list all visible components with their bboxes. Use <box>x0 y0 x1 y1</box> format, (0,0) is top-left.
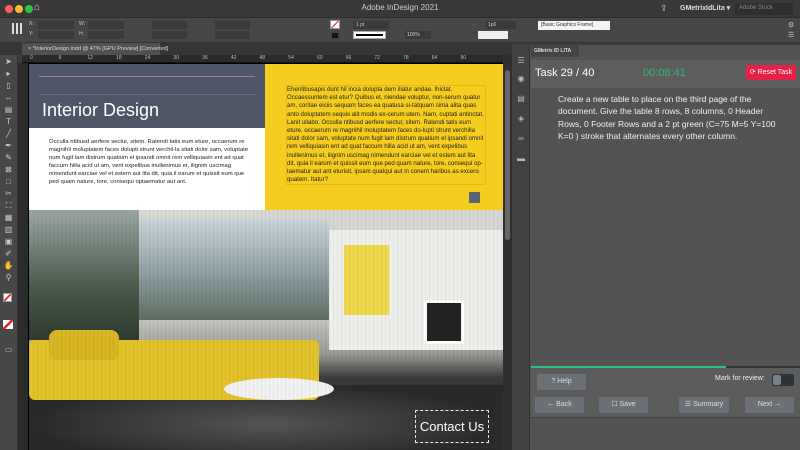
user-menu[interactable]: GMetrixIdLita ▾ <box>680 4 730 12</box>
ruler-tick-label: 6 <box>58 55 62 61</box>
page-tool-icon[interactable]: ▯ <box>3 81 14 90</box>
gap-tool-icon[interactable]: ↔ <box>3 93 14 102</box>
free-transform-tool-icon[interactable]: ⛶ <box>3 201 14 210</box>
zoom-tool-icon[interactable]: ⚲ <box>3 273 14 282</box>
eyedropper-tool-icon[interactable]: ✐ <box>3 249 14 258</box>
y-field[interactable] <box>38 31 74 39</box>
reset-task-button[interactable]: ⟳ Reset Task <box>746 65 796 80</box>
title-bar: ⌂ Adobe InDesign 2021 ⇪ GMetrixIdLita ▾ … <box>0 0 800 18</box>
rectangle-frame-tool-icon[interactable]: ⊠ <box>3 165 14 174</box>
horizontal-ruler[interactable]: 0 6 12 18 24 30 36 42 48 54 60 66 72 78 84 90 <box>22 55 503 63</box>
document-page[interactable]: Interior Design Occulla ntibusd aerfere … <box>28 63 504 450</box>
ruler-tick-label: 84 <box>431 55 438 61</box>
control-bar: X: Y: W: H: 1 pt 100% 1p0 [Basic Graphic… <box>0 18 800 43</box>
scale-y-field[interactable] <box>152 31 187 39</box>
ruler-tick-label: 12 <box>87 55 93 61</box>
document-tab[interactable]: × *InteriorDesign.indd @ 47% [GPU Previe… <box>22 43 168 55</box>
shear-field[interactable] <box>215 31 250 39</box>
task-instruction: Create a new table to place on the third… <box>558 94 776 141</box>
save-button[interactable]: ☐ Save <box>599 397 648 413</box>
ruler-tick-label: 30 <box>173 55 180 61</box>
reference-point-icon[interactable] <box>12 23 23 34</box>
panel-menu-icon[interactable]: ☰ <box>516 57 526 65</box>
ruler-tick-label: 24 <box>144 55 151 61</box>
task-timer: 00:08:41 <box>643 67 686 79</box>
pages-panel-icon[interactable]: ◉ <box>516 75 526 83</box>
fill-swatch[interactable] <box>330 20 340 29</box>
frame-offset-field[interactable]: 1p0 <box>486 21 516 29</box>
panel-menu-icon[interactable]: ☰ <box>788 31 794 39</box>
ruler-tick-label: 66 <box>345 55 352 61</box>
ruler-tick-label: 54 <box>288 55 294 61</box>
object-style-dropdown[interactable]: [Basic Graphics Frame] <box>538 21 610 30</box>
screen-mode-icon[interactable]: ▭ <box>3 345 14 354</box>
width-field[interactable] <box>88 21 124 29</box>
swatches-panel-icon[interactable]: ▤ <box>516 95 526 103</box>
ruler-tick-label: 60 <box>317 55 323 61</box>
layers-panel-icon[interactable]: ◈ <box>516 115 526 123</box>
ruler-tick-label: 90 <box>460 55 467 61</box>
selection-tool-icon[interactable]: ➤ <box>3 57 14 66</box>
mark-for-review-toggle[interactable] <box>772 374 794 386</box>
ruler-tick-label: 72 <box>374 55 380 61</box>
scale-x-field[interactable] <box>152 21 187 29</box>
scissors-tool-icon[interactable]: ✂ <box>3 189 14 198</box>
guide-line <box>39 76 255 77</box>
next-button[interactable]: Next → <box>745 397 794 413</box>
ruler-tick-label: 42 <box>230 55 237 61</box>
page-heading[interactable]: Interior Design <box>42 100 159 121</box>
scrollbar-thumb[interactable] <box>505 70 510 240</box>
overset-handle[interactable] <box>469 192 480 203</box>
stroke-type-dropdown[interactable] <box>353 31 386 39</box>
yellow-text-block: Ehentibusapis dunt hil incia dolupta dem… <box>265 64 503 210</box>
ruler-tick-label: 36 <box>202 55 208 61</box>
gear-icon[interactable]: ⚙ <box>788 21 794 29</box>
header-block: Interior Design <box>29 64 265 128</box>
note-tool-icon[interactable]: ▣ <box>3 237 14 246</box>
x-field[interactable] <box>38 21 74 29</box>
back-button[interactable]: ← Back <box>535 397 584 413</box>
stroke-weight-field[interactable]: 1 pt <box>353 21 389 29</box>
type-tool-icon[interactable]: T <box>3 117 14 126</box>
help-button[interactable]: ? Help <box>537 374 586 390</box>
summary-button[interactable]: ☰ Summary <box>679 397 729 413</box>
apply-none-icon[interactable] <box>3 320 13 329</box>
opacity-field[interactable]: 100% <box>405 31 431 39</box>
links-panel-icon[interactable]: ∞ <box>516 135 526 143</box>
rectangle-tool-icon[interactable]: □ <box>3 177 14 186</box>
adobe-stock-search[interactable]: Adobe Stock <box>735 3 793 15</box>
ruler-tick-label: 0 <box>30 55 33 61</box>
document-tab-label: *InteriorDesign.indd @ 47% [GPU Preview]… <box>32 46 169 52</box>
gradient-tool-icon[interactable]: ▦ <box>3 213 14 222</box>
pencil-tool-icon[interactable]: ✎ <box>3 153 14 162</box>
stroke-panel-icon[interactable]: ▬ <box>516 155 526 163</box>
right-text-frame[interactable]: Ehentibusapis dunt hil incia dolupta dem… <box>286 85 486 186</box>
mark-for-review-label: Mark for review: <box>715 375 765 382</box>
vertical-ruler[interactable] <box>18 63 28 450</box>
left-text-frame[interactable]: Occulla ntibusd aerfere sectur, sitem. R… <box>34 128 264 206</box>
ruler-tick-label: 78 <box>403 55 409 61</box>
panel-icon-strip: ☰ ◉ ▤ ◈ ∞ ▬ <box>512 45 530 450</box>
guide-line <box>39 94 255 95</box>
stroke-style-dropdown[interactable] <box>478 31 508 39</box>
task-counter: Task 29 / 40 <box>535 67 595 79</box>
line-tool-icon[interactable]: ╱ <box>3 129 14 138</box>
height-field[interactable] <box>88 31 124 39</box>
tools-panel: ➤ ▸ ▯ ↔ ▤ T ╱ ✒ ✎ ⊠ □ ✂ ⛶ ▦ ▥ ▣ ✐ ✋ ⚲ ▭ <box>0 55 18 450</box>
rotation-field[interactable] <box>215 21 250 29</box>
content-collector-icon[interactable]: ▤ <box>3 105 14 114</box>
ruler-tick-label: 18 <box>116 55 122 61</box>
contact-us-frame[interactable]: Contact Us <box>415 410 489 443</box>
gradient-feather-icon[interactable]: ▥ <box>3 225 14 234</box>
pen-tool-icon[interactable]: ✒ <box>3 141 14 150</box>
panel-tab[interactable]: GMetrix ID LITA <box>531 45 579 57</box>
share-icon[interactable]: ⇪ <box>660 3 668 14</box>
hand-tool-icon[interactable]: ✋ <box>3 261 14 270</box>
stroke-swatch[interactable] <box>330 31 340 40</box>
ruler-tick-label: 48 <box>259 55 266 61</box>
fill-color-icon[interactable] <box>3 293 12 302</box>
direct-selection-tool-icon[interactable]: ▸ <box>3 69 14 78</box>
